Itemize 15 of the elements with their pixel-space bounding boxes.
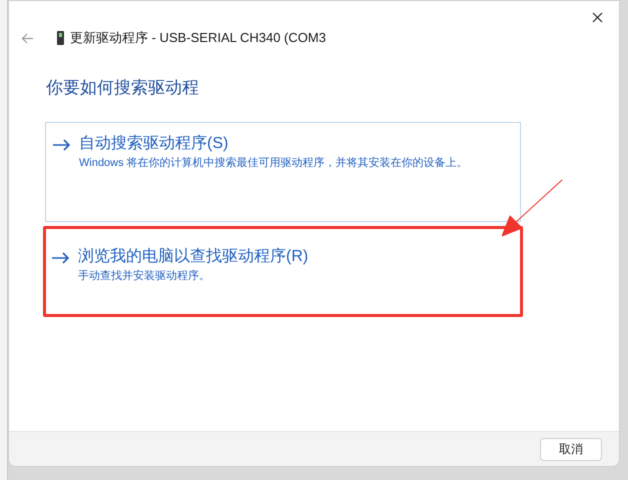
back-arrow-icon xyxy=(20,32,34,44)
annotation-arrow xyxy=(502,178,564,238)
heading: 你要如何搜索驱动程 xyxy=(46,77,200,99)
close-icon xyxy=(592,12,602,22)
right-arrow-icon xyxy=(53,138,71,150)
usb-device-icon xyxy=(57,31,64,45)
cancel-button[interactable]: 取消 xyxy=(540,438,602,460)
option-button[interactable]: 自动搜索驱动程序(S) Windows 将在你的计算机中搜索最佳可用驱动程序，并将其安装在你的设备上。 xyxy=(45,122,521,222)
option-description: Windows 将在你的计算机中搜索最佳可用驱动程序，并将其安装在你的设备上。 xyxy=(79,156,468,170)
option-title: 浏览我的电脑以查找驱动程序(R) xyxy=(78,246,308,266)
option-title: 自动搜索驱动程序(S) xyxy=(79,134,230,154)
right-arrow-icon xyxy=(52,252,70,264)
window-title: 更新驱动程序 - USB-SERIAL CH340 (COM3 xyxy=(70,29,326,48)
option-button[interactable]: 浏览我的电脑以查找驱动程序(R) 手动查找并安装驱动程序。 xyxy=(43,226,523,316)
option-description: 手动查找并安装驱动程序。 xyxy=(78,268,211,284)
